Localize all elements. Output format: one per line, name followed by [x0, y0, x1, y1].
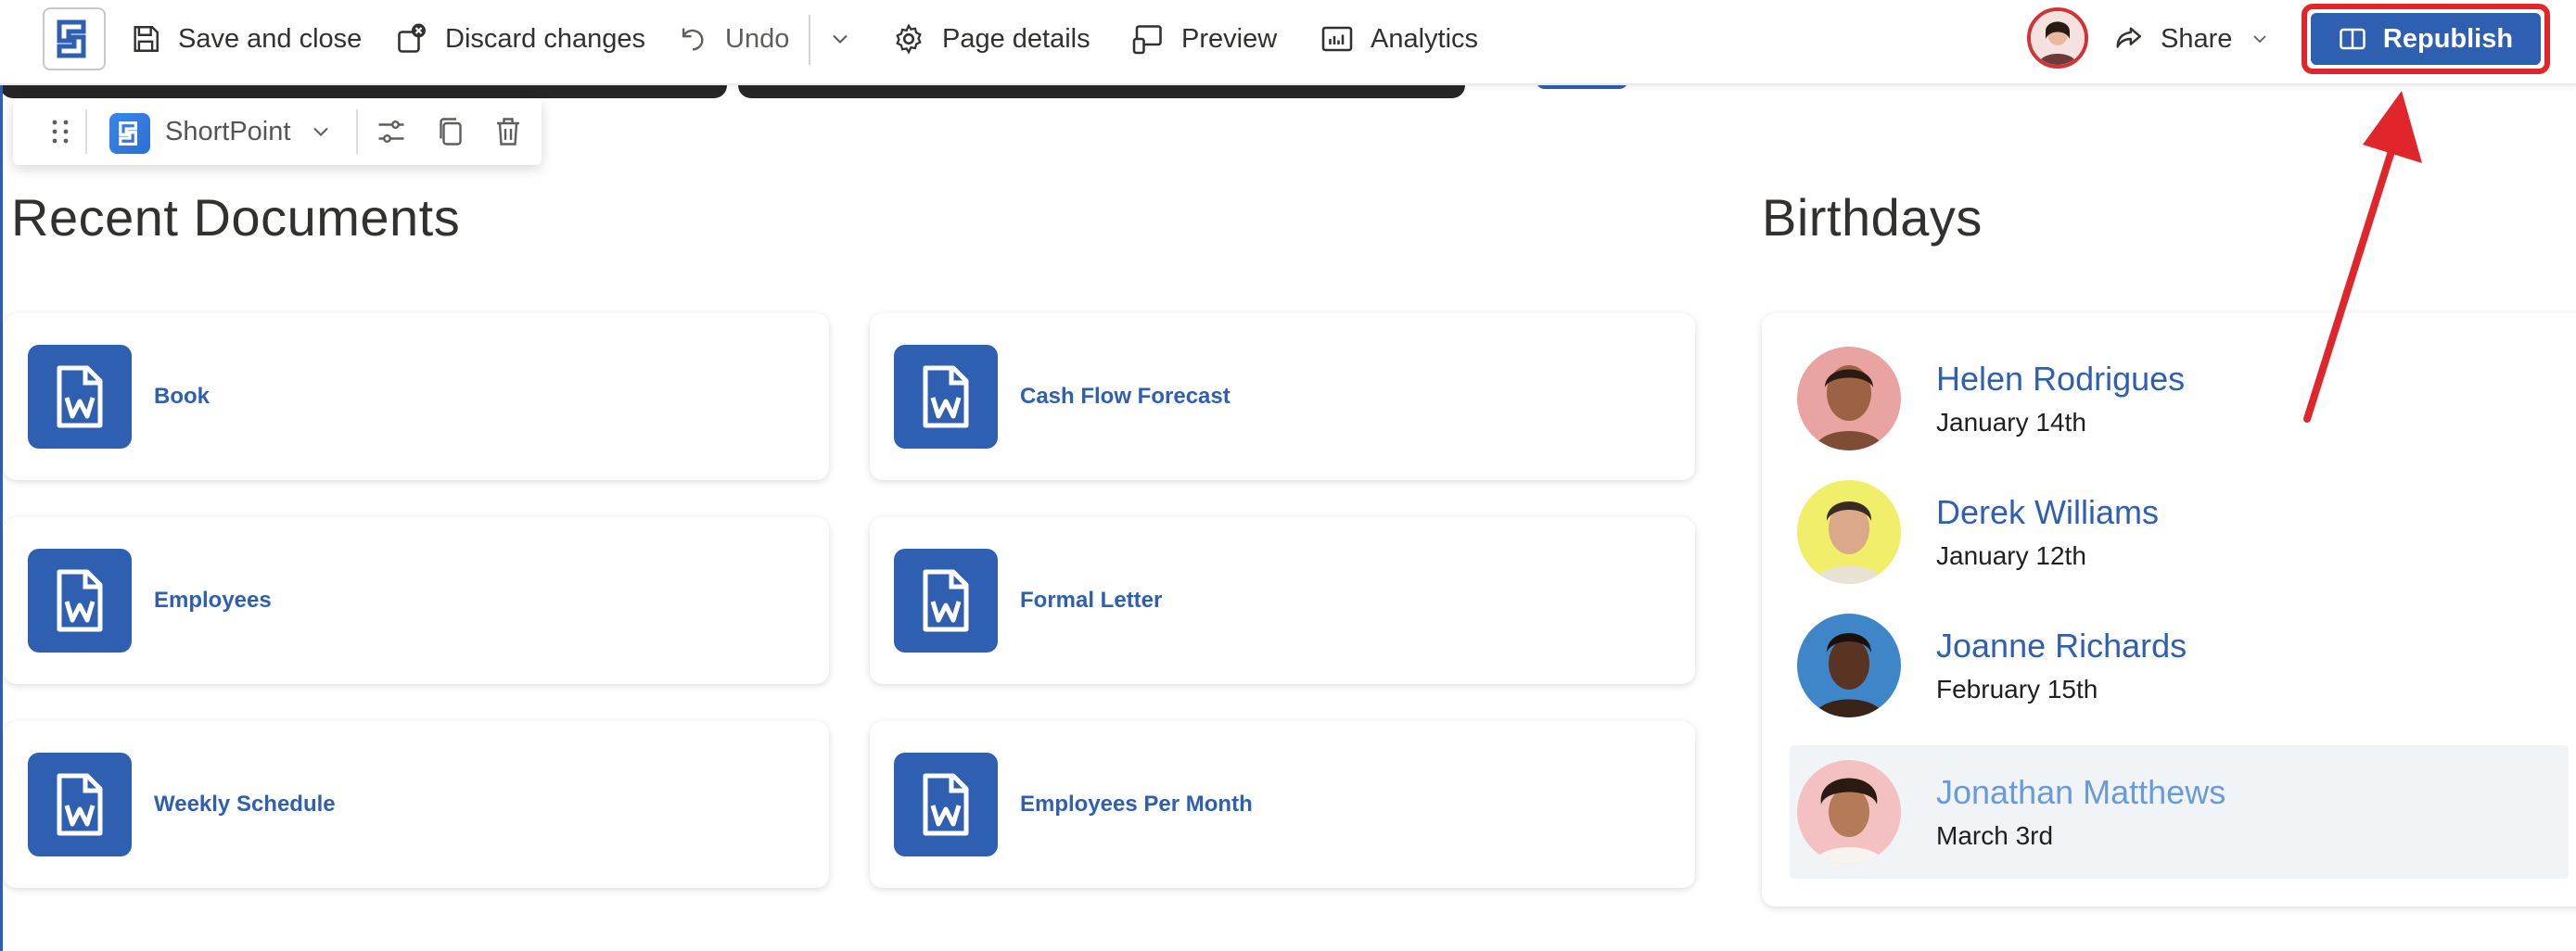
webpart-toolbar: ShortPoint [13, 98, 542, 165]
delete-icon[interactable] [491, 115, 525, 148]
share-icon [2116, 27, 2141, 48]
document-name: Employees [154, 588, 272, 613]
share-button[interactable]: Share [2112, 13, 2271, 65]
birthdays-title: Birthdays [1762, 188, 1983, 247]
document-card[interactable]: Employees [4, 517, 829, 684]
republish-button[interactable]: Republish [2311, 13, 2541, 65]
birthday-date: January 12th [1936, 541, 2086, 570]
command-bar: Save and close Discard changes Undo Page… [0, 0, 2576, 85]
preview-label: Preview [1181, 23, 1278, 54]
word-document-icon [894, 549, 998, 653]
person-name-link[interactable]: Derek Williams [1936, 493, 2159, 532]
divider [809, 15, 810, 65]
analytics-label: Analytics [1371, 23, 1479, 54]
birthday-date: March 3rd [1936, 821, 2054, 850]
save-icon [134, 26, 159, 52]
discard-changes-button[interactable]: Discard changes [395, 13, 645, 65]
divider [356, 109, 358, 154]
settings-sliders-icon[interactable] [375, 115, 408, 148]
analytics-button[interactable]: Analytics [1320, 13, 1478, 65]
birthday-item[interactable]: Joanne Richards February 15th [1790, 599, 2569, 732]
birthdays-panel: Helen Rodrigues January 14th Derek Willi… [1762, 313, 2576, 907]
word-document-icon [28, 345, 132, 449]
analytics-icon [1321, 26, 1353, 52]
section-selection-guide [0, 85, 3, 951]
duplicate-icon[interactable] [434, 115, 467, 148]
word-document-icon [894, 345, 998, 449]
avatar [1797, 614, 1901, 717]
shortpoint-logo-button[interactable] [43, 7, 106, 70]
undo-button[interactable]: Undo [677, 13, 789, 65]
page-details-button[interactable]: Page details [892, 13, 1090, 65]
divider [85, 109, 87, 154]
undo-label: Undo [725, 23, 790, 54]
page-details-label: Page details [942, 23, 1090, 54]
preview-button[interactable]: Preview [1131, 13, 1277, 65]
webpart-name-dropdown[interactable]: ShortPoint [165, 117, 290, 147]
user-photo-icon [2031, 11, 2085, 65]
document-name: Weekly Schedule [154, 792, 336, 817]
discard-icon [398, 23, 426, 53]
document-name: Cash Flow Forecast [1020, 384, 1231, 409]
word-document-icon [28, 549, 132, 653]
shortpoint-logo-icon [57, 19, 86, 58]
document-name: Book [154, 384, 210, 409]
document-card[interactable]: Weekly Schedule [4, 721, 829, 888]
book-icon [2340, 28, 2366, 50]
document-card[interactable]: Book [4, 313, 829, 480]
shortpoint-webpart-icon [109, 113, 150, 154]
save-and-close-button[interactable]: Save and close [130, 13, 362, 65]
save-and-close-label: Save and close [178, 23, 363, 54]
gear-icon [896, 23, 922, 55]
preview-icon [1132, 25, 1162, 55]
birthday-item[interactable]: Jonathan Matthews March 3rd [1790, 745, 2569, 879]
discard-changes-label: Discard changes [445, 23, 645, 54]
republish-highlight: Republish [2302, 4, 2550, 74]
avatar [1797, 760, 1901, 864]
chevron-down-icon [833, 34, 848, 44]
current-user-avatar[interactable] [2027, 7, 2088, 69]
person-name-link[interactable]: Jonathan Matthews [1936, 773, 2225, 812]
birthday-date: January 14th [1936, 408, 2086, 437]
document-card[interactable]: Formal Letter [870, 517, 1695, 684]
republish-label: Republish [2382, 23, 2514, 54]
document-name: Employees Per Month [1020, 792, 1253, 817]
person-name-link[interactable]: Joanne Richards [1936, 627, 2187, 666]
document-card[interactable]: Employees Per Month [870, 721, 1695, 888]
word-document-icon [28, 753, 132, 856]
birthday-date: February 15th [1936, 675, 2098, 704]
drag-handle-icon[interactable] [46, 117, 74, 146]
undo-dropdown-button[interactable] [827, 13, 853, 65]
share-label: Share [2161, 23, 2233, 54]
birthday-item[interactable]: Helen Rodrigues January 14th [1790, 332, 2569, 465]
birthday-item[interactable]: Derek Williams January 12th [1790, 465, 2569, 599]
document-name: Formal Letter [1020, 588, 1163, 613]
recent-documents-title: Recent Documents [11, 188, 461, 247]
chevron-down-icon[interactable] [308, 119, 334, 145]
shortpoint-logo-icon [119, 120, 137, 146]
avatar [1797, 480, 1901, 584]
avatar [1797, 347, 1901, 450]
undo-icon [682, 28, 704, 51]
word-document-icon [894, 753, 998, 856]
person-name-link[interactable]: Helen Rodrigues [1936, 360, 2185, 399]
chevron-down-icon [2253, 35, 2267, 44]
document-card[interactable]: Cash Flow Forecast [870, 313, 1695, 480]
